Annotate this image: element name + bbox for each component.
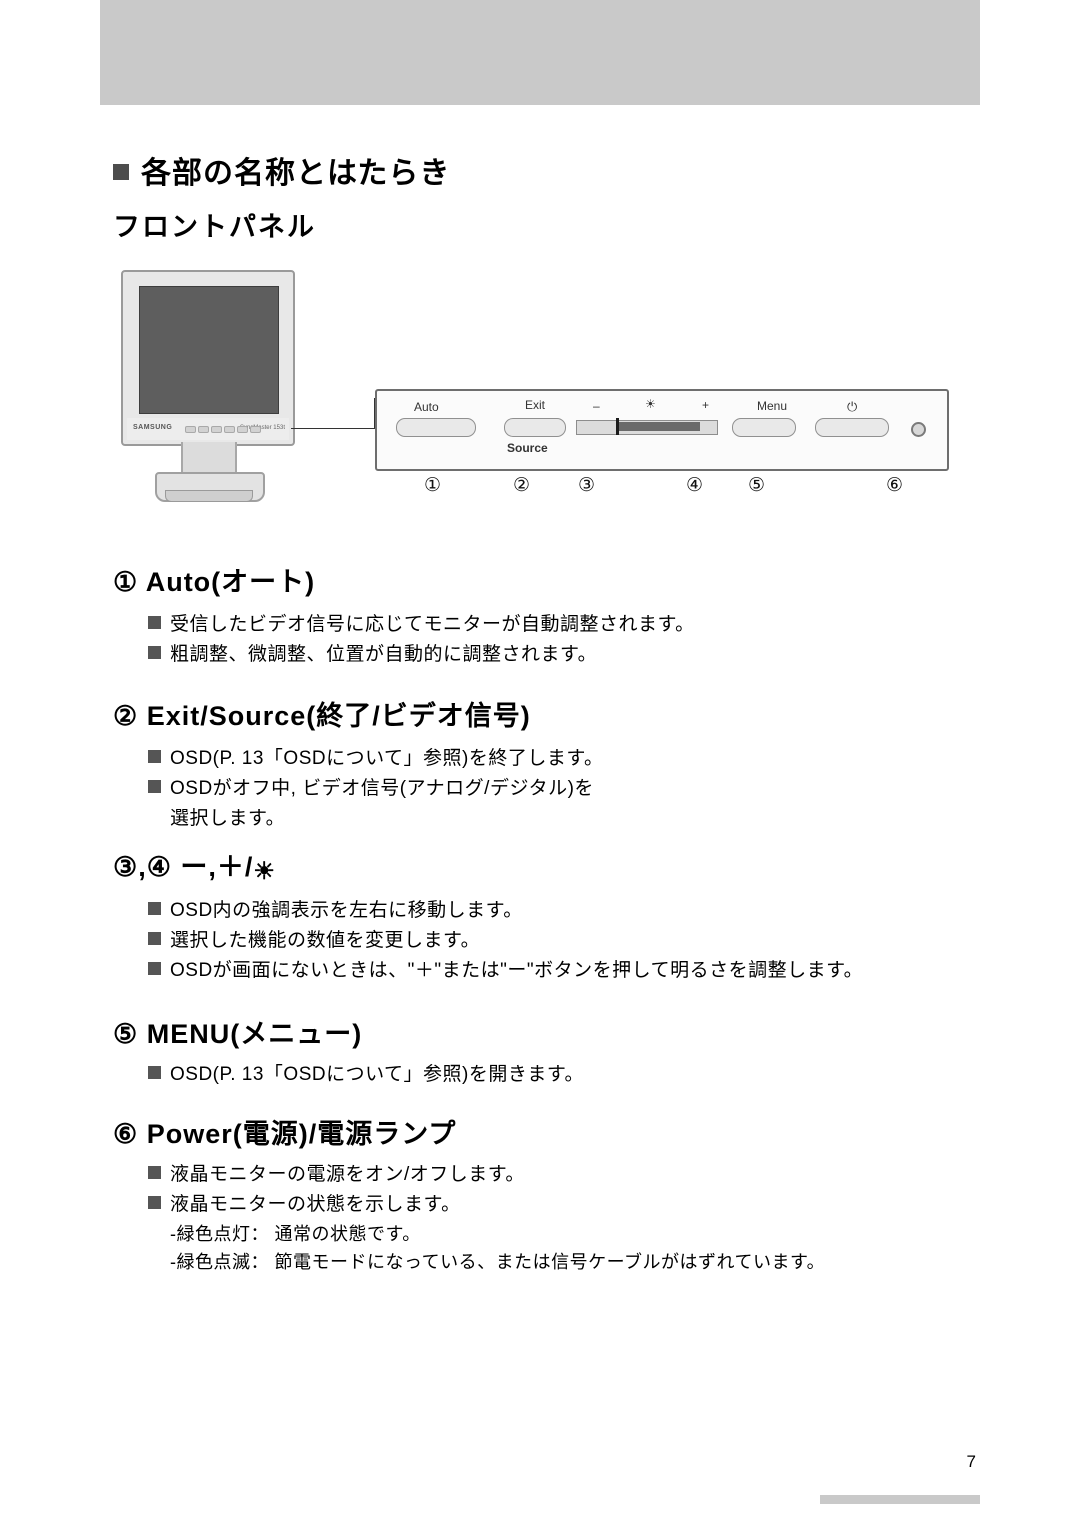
callout-number-4: ④ bbox=[686, 475, 704, 496]
sub-item-text: ‐緑色点滅： 節電モードになっている、または信号ケーブルがはずれています。 bbox=[170, 1252, 826, 1272]
item-bullets-auto: 受信したビデオ信号に応じてモニターが自動調整されます。 粗調整、微調整、位置が自… bbox=[148, 610, 695, 670]
figure-callouts: ① ② ③ ④ ⑤ ⑥ bbox=[375, 474, 945, 504]
bullet-text: 液晶モニターの状態を示します。 bbox=[170, 1194, 461, 1215]
monitor-stand-foot bbox=[165, 490, 253, 502]
page-number: 7 bbox=[966, 1452, 976, 1471]
item-bullets-exit-source: OSD(P. 13「OSDについて」参照)を終了します。 OSDがオフ中, ビデ… bbox=[148, 744, 603, 834]
bullet-text: OSDがオフ中, ビデオ信号(アナログ/デジタル)を bbox=[170, 778, 594, 799]
monitor-stand-neck bbox=[181, 442, 237, 474]
monitor-mini-button bbox=[198, 426, 209, 433]
bullet-text: 選択した機能の数値を変更します。 bbox=[170, 930, 481, 951]
bullet-item: 液晶モニターの電源をオン/オフします。 bbox=[148, 1160, 825, 1190]
bullet-item: OSD内の強調表示を左右に移動します。 bbox=[148, 896, 863, 926]
bullet-text: 受信したビデオ信号に応じてモニターが自動調整されます。 bbox=[170, 614, 695, 635]
monitor-mini-button bbox=[237, 426, 248, 433]
item-heading-minus-plus-text: ③,④ ー,＋/ bbox=[113, 852, 254, 882]
front-panel-detail: Auto Exit – ☀ + Menu ⏻ Source bbox=[375, 389, 949, 471]
header-band bbox=[100, 0, 980, 105]
footer-bar bbox=[820, 1495, 980, 1504]
item-heading-minus-plus: ③,④ ー,＋/☀ bbox=[113, 845, 276, 886]
bullet-item: 選択した機能の数値を変更します。 bbox=[148, 926, 863, 956]
bullet-square-icon bbox=[148, 1196, 161, 1209]
monitor-brand-label: SAMSUNG bbox=[133, 424, 173, 431]
monitor-button-strip bbox=[185, 424, 265, 436]
item-bullets-menu: OSD(P. 13「OSDについて」参照)を開きます。 bbox=[148, 1060, 584, 1090]
panel-label-exit: Exit bbox=[525, 398, 546, 412]
bullet-square-icon bbox=[148, 932, 161, 945]
panel-label-plus: + bbox=[702, 398, 710, 412]
item-bullets-minus-plus: OSD内の強調表示を左右に移動します。 選択した機能の数値を変更します。 OSD… bbox=[148, 896, 863, 986]
bullet-square-icon bbox=[148, 616, 161, 629]
brightness-sun-icon: ☀ bbox=[253, 858, 276, 885]
panel-label-minus: – bbox=[593, 399, 600, 413]
bullet-square-icon bbox=[148, 1166, 161, 1179]
bullet-text: OSD(P. 13「OSDについて」参照)を開きます。 bbox=[170, 1064, 584, 1085]
bullet-item: OSDがオフ中, ビデオ信号(アナログ/デジタル)を bbox=[148, 774, 603, 804]
bullet-square-icon bbox=[148, 780, 161, 793]
bullet-square-icon bbox=[148, 962, 161, 975]
panel-brightness-slider-fill bbox=[618, 422, 700, 431]
panel-brightness-slider-knob[interactable] bbox=[616, 418, 619, 435]
callout-number-3: ③ bbox=[578, 475, 596, 496]
bullet-text: OSDが画面にないときは、"＋"または"ー"ボタンを押して明るさを調整します。 bbox=[170, 960, 864, 981]
bullet-square-icon bbox=[148, 646, 161, 659]
monitor-screen bbox=[139, 286, 279, 414]
panel-label-menu: Menu bbox=[757, 399, 788, 413]
page-title-text: 各部の名称とはたらき bbox=[141, 157, 451, 190]
monitor-mini-button bbox=[224, 426, 235, 433]
sub-title: フロントパネル bbox=[113, 212, 316, 242]
panel-label-power: ⏻ bbox=[847, 399, 858, 414]
bullet-item: 受信したビデオ信号に応じてモニターが自動調整されます。 bbox=[148, 610, 695, 640]
callout-number-1: ① bbox=[424, 475, 442, 496]
monitor-mini-button bbox=[185, 426, 196, 433]
power-led-indicator bbox=[911, 422, 926, 437]
item-heading-menu: ⑤ MENU(メニュー) bbox=[113, 1019, 363, 1049]
callout-number-5: ⑤ bbox=[748, 475, 766, 496]
bullet-continuation: 選択します。 bbox=[170, 808, 286, 829]
bullet-square-icon bbox=[148, 750, 161, 763]
leader-line-horizontal bbox=[291, 428, 375, 429]
panel-button-menu[interactable] bbox=[732, 418, 796, 437]
item-heading-power: ⑥ Power(電源)/電源ランプ bbox=[113, 1119, 457, 1149]
bullet-item: 粗調整、微調整、位置が自動的に調整されます。 bbox=[148, 640, 695, 670]
panel-label-source: Source bbox=[507, 441, 548, 455]
bullet-item: OSD(P. 13「OSDについて」参照)を終了します。 bbox=[148, 744, 603, 774]
item-heading-exit-source: ② Exit/Source(終了/ビデオ信号) bbox=[113, 701, 531, 731]
bullet-item: 液晶モニターの状態を示します。 bbox=[148, 1190, 825, 1220]
item-bullets-power: 液晶モニターの電源をオン/オフします。 液晶モニターの状態を示します。 ‐緑色点… bbox=[148, 1160, 825, 1276]
panel-button-power[interactable] bbox=[815, 418, 889, 437]
square-marker-icon bbox=[113, 164, 129, 180]
panel-label-brightness: ☀ bbox=[645, 397, 656, 411]
bullet-item: OSDが画面にないときは、"＋"または"ー"ボタンを押して明るさを調整します。 bbox=[148, 956, 863, 986]
panel-button-auto[interactable] bbox=[396, 418, 476, 437]
bullet-text: 粗調整、微調整、位置が自動的に調整されます。 bbox=[170, 644, 598, 665]
panel-label-auto: Auto bbox=[414, 400, 439, 414]
bullet-text: 液晶モニターの電源をオン/オフします。 bbox=[170, 1164, 525, 1185]
item-heading-auto: ① Auto(オート) bbox=[113, 567, 316, 597]
bullet-item: OSD(P. 13「OSDについて」参照)を開きます。 bbox=[148, 1060, 584, 1090]
bullet-text: OSD(P. 13「OSDについて」参照)を終了します。 bbox=[170, 748, 604, 769]
callout-number-6: ⑥ bbox=[886, 475, 904, 496]
page-title: 各部の名称とはたらき bbox=[113, 148, 450, 192]
monitor-mini-button bbox=[250, 426, 261, 433]
bullet-square-icon bbox=[148, 1066, 161, 1079]
front-panel-figure: SAMSUNG SyncMaster 153t Auto Exit – ☀ + … bbox=[113, 262, 953, 527]
callout-number-2: ② bbox=[513, 475, 531, 496]
panel-button-exit-source[interactable] bbox=[504, 418, 566, 437]
sub-item-text: ‐緑色点灯： 通常の状態です。 bbox=[170, 1224, 421, 1244]
monitor-illustration: SAMSUNG SyncMaster 153t bbox=[121, 270, 295, 446]
bullet-square-icon bbox=[148, 902, 161, 915]
monitor-mini-button bbox=[211, 426, 222, 433]
bullet-text: OSD内の強調表示を左右に移動します。 bbox=[170, 900, 523, 921]
